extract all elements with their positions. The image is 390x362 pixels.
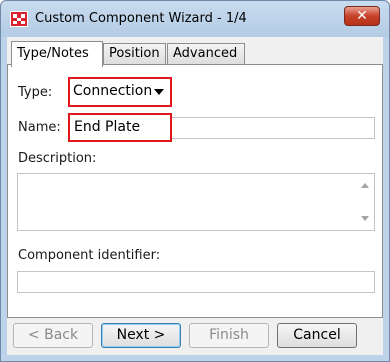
chevron-down-icon xyxy=(154,89,164,95)
name-field-extension[interactable] xyxy=(169,117,375,139)
title-bar[interactable]: Custom Component Wizard - 1/4 ✕ xyxy=(1,1,389,37)
name-field[interactable]: End Plate xyxy=(70,115,170,140)
cancel-button-label: Cancel xyxy=(293,327,341,343)
close-icon: ✕ xyxy=(356,8,368,24)
tab-strip: Type/Notes Position Advanced xyxy=(7,41,383,67)
cancel-button[interactable]: Cancel xyxy=(277,323,357,348)
name-label: Name: xyxy=(18,120,61,135)
close-button[interactable]: ✕ xyxy=(344,6,380,26)
tekla-app-icon xyxy=(10,11,28,27)
tab-type-notes[interactable]: Type/Notes xyxy=(11,41,103,67)
finish-button[interactable]: Finish xyxy=(189,323,269,348)
tab-label: Position xyxy=(109,46,160,61)
finish-button-label: Finish xyxy=(209,327,249,343)
window-title: Custom Component Wizard - 1/4 xyxy=(35,11,247,26)
identifier-field[interactable] xyxy=(17,271,375,293)
tab-label: Type/Notes xyxy=(17,46,89,61)
wizard-window: Custom Component Wizard - 1/4 ✕ Type/Not… xyxy=(0,0,390,362)
type-notes-panel: Type: Connection Name: End Plate Descrip… xyxy=(7,64,383,318)
next-button[interactable]: Next > xyxy=(101,323,181,348)
tab-advanced[interactable]: Advanced xyxy=(167,43,245,65)
type-label: Type: xyxy=(18,85,53,100)
scroll-down-icon[interactable] xyxy=(361,216,369,221)
back-button[interactable]: < Back xyxy=(13,323,93,348)
next-button-label: Next > xyxy=(116,327,166,343)
name-field-value: End Plate xyxy=(74,119,141,135)
identifier-label: Component identifier: xyxy=(18,248,161,263)
description-scrollbar[interactable] xyxy=(358,175,372,229)
type-dropdown[interactable]: Connection xyxy=(70,79,170,105)
type-dropdown-value: Connection xyxy=(73,83,153,99)
description-label: Description: xyxy=(18,151,97,166)
description-textarea[interactable] xyxy=(17,173,375,231)
tab-position[interactable]: Position xyxy=(103,43,166,65)
back-button-label: < Back xyxy=(27,327,79,343)
tab-label: Advanced xyxy=(173,46,238,61)
dialog-body: Type/Notes Position Advanced Type: Conne… xyxy=(7,37,383,355)
scroll-up-icon[interactable] xyxy=(361,183,369,188)
